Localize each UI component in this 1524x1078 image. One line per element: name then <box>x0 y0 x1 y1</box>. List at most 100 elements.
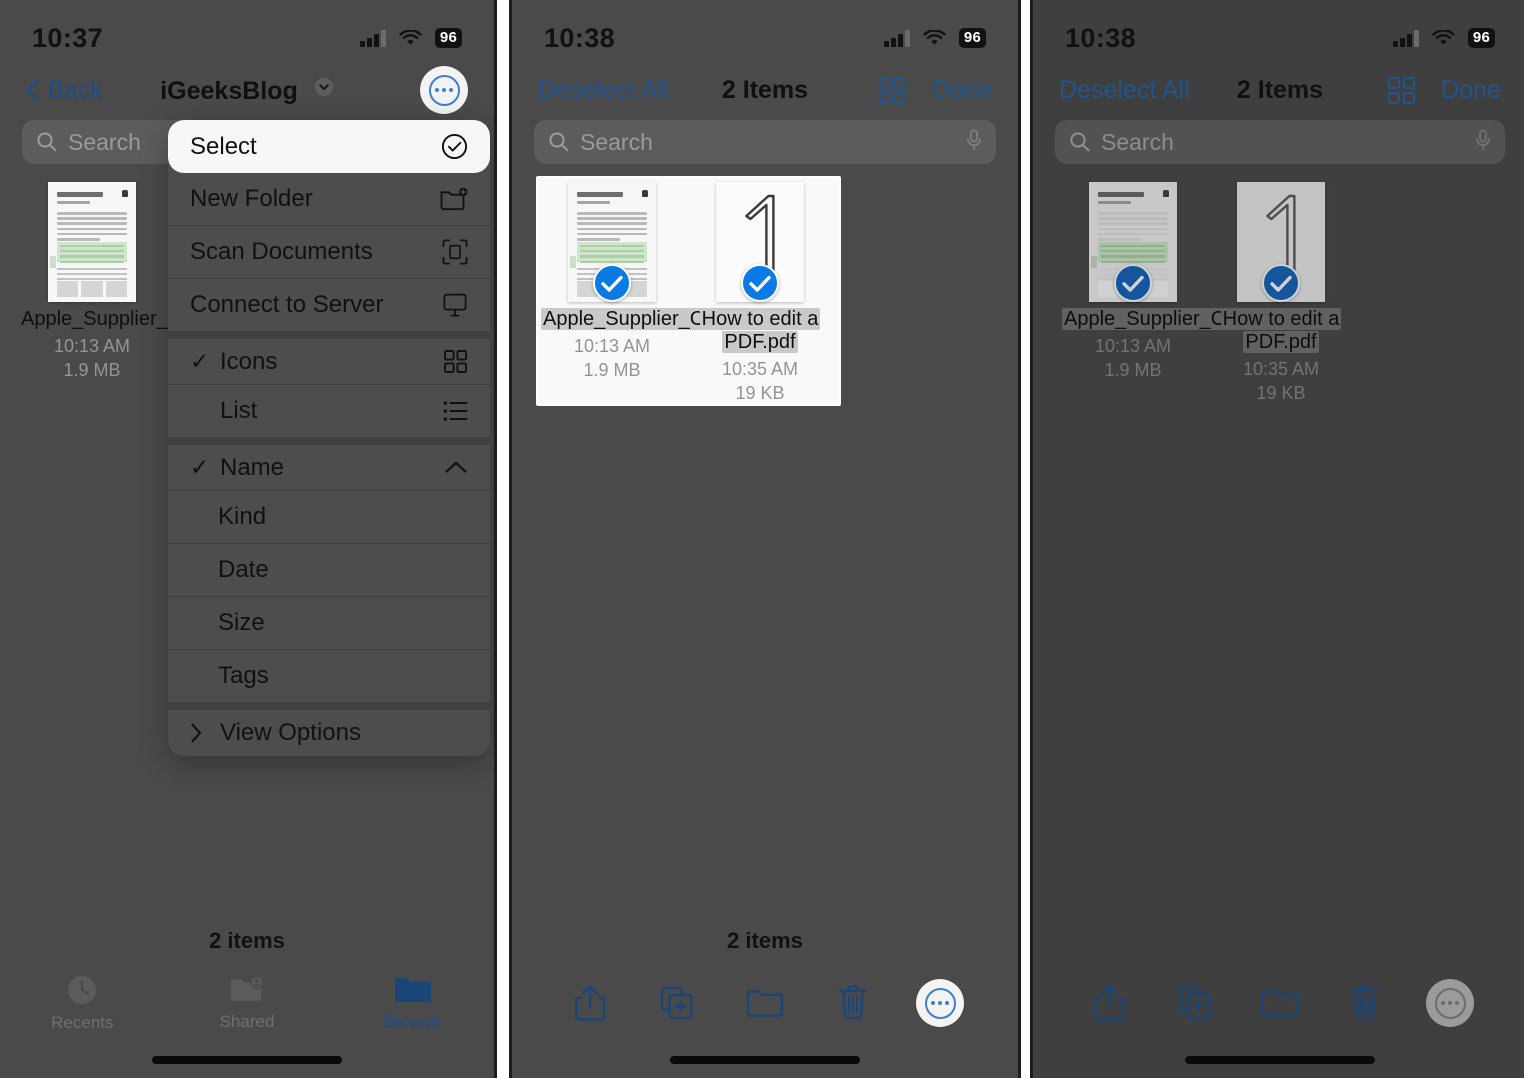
file-item[interactable]: How to edit a PDF.pdf 10:35 AM 19 KB <box>1207 176 1355 404</box>
share-button[interactable] <box>1067 984 1152 1022</box>
microphone-icon[interactable] <box>1475 129 1491 156</box>
file-grid: Apple_Supplier_Clean..._2022 10:13 AM 1.… <box>1033 176 1524 404</box>
menu-item-label: Icons <box>220 347 278 375</box>
wifi-icon <box>399 29 422 47</box>
file-size: 19 KB <box>1256 383 1306 404</box>
file-item[interactable]: Apple_Supplier_Clean..._2022 10:13 AM 1.… <box>1059 176 1338 404</box>
grid-view-icon[interactable] <box>1388 76 1416 104</box>
menu-item-label: Date <box>218 556 269 583</box>
action-toolbar <box>1033 964 1524 1042</box>
grid-view-icon[interactable] <box>879 76 907 104</box>
navigation-bar: Deselect All 2 Items Done <box>512 62 1018 118</box>
status-indicators: 96 <box>1393 28 1495 48</box>
document-preview-icon <box>48 182 136 302</box>
more-actions-button[interactable] <box>896 979 984 1027</box>
menu-item-label: List <box>220 397 258 424</box>
file-thumbnail <box>1070 176 1196 308</box>
deselect-all-button[interactable]: Deselect All <box>1059 76 1190 105</box>
move-to-folder-button[interactable] <box>721 988 809 1018</box>
navigation-bar: Deselect All 2 Items Done <box>1033 62 1524 118</box>
file-name: How to edit a PDF.pdf <box>1210 308 1352 354</box>
menu-item-label: Name <box>220 453 285 481</box>
file-time: 10:35 AM <box>721 359 799 380</box>
microphone-icon[interactable] <box>966 129 982 156</box>
phone-panel-1: 10:37 96 Back iGeeksBlog Search Apple_Su… <box>0 0 497 1078</box>
menu-item-label: Connect to Server <box>190 291 384 318</box>
cellular-signal-icon <box>884 29 910 47</box>
tab-browse[interactable]: Browse <box>329 974 494 1032</box>
tab-label: Recents <box>51 1013 114 1032</box>
nav-right-group: Done <box>879 76 992 105</box>
status-time: 10:37 <box>32 22 104 53</box>
file-size: 1.9 MB <box>583 360 641 381</box>
deselect-all-button[interactable]: Deselect All <box>538 76 669 105</box>
search-input[interactable]: Search <box>1055 120 1505 164</box>
menu-item-connect-to-server[interactable]: Connect to Server <box>168 279 490 332</box>
file-item[interactable]: Apple_Supplier_Clean..._2022 10:13 AM 1.… <box>538 176 817 404</box>
battery-percent: 96 <box>958 28 986 48</box>
status-bar: 10:38 96 <box>512 0 1018 62</box>
file-thumbnail <box>1218 176 1344 308</box>
tab-label: Browse <box>383 1012 441 1031</box>
more-actions-button[interactable] <box>1408 979 1493 1027</box>
file-grid: Apple_Supplier_Clean..._2022 10:13 AM 1.… <box>512 176 1018 404</box>
menu-item-select[interactable]: Select <box>168 120 490 173</box>
delete-button[interactable] <box>1323 985 1408 1021</box>
share-icon <box>574 985 605 1021</box>
tab-shared[interactable]: Shared <box>165 974 330 1032</box>
phone-panel-2: 10:38 96 Deselect All 2 Items Done Searc… <box>509 0 1021 1078</box>
more-menu-button[interactable] <box>420 66 468 114</box>
search-placeholder: Search <box>580 128 653 155</box>
menu-item-label: Size <box>218 609 265 636</box>
selected-checkmark-icon[interactable] <box>1262 264 1300 302</box>
menu-item-kind[interactable]: Kind <box>168 491 490 544</box>
menu-item-view-options[interactable]: View Options <box>168 703 490 756</box>
menu-item-name[interactable]: ✓ Name <box>168 438 490 491</box>
delete-button[interactable] <box>809 985 897 1021</box>
menu-item-tags[interactable]: Tags <box>168 650 490 703</box>
search-placeholder: Search <box>1101 128 1174 155</box>
folder-icon <box>394 978 431 1002</box>
selected-checkmark-icon[interactable] <box>593 264 631 302</box>
menu-item-label: New Folder <box>190 185 313 212</box>
server-icon <box>442 292 468 318</box>
back-button[interactable]: Back <box>26 76 103 105</box>
check-circle-icon <box>441 133 468 160</box>
menu-item-new-folder[interactable]: New Folder <box>168 173 490 226</box>
done-button[interactable]: Done <box>1441 76 1501 105</box>
menu-item-size[interactable]: Size <box>168 597 490 650</box>
menu-item-date[interactable]: Date <box>168 544 490 597</box>
menu-item-icons[interactable]: ✓ Icons <box>168 332 490 385</box>
home-indicator <box>152 1056 342 1064</box>
tab-bar: Recents Shared Browse <box>0 964 494 1042</box>
file-name: Apple_Supplier_Clean..._2022 <box>21 308 293 330</box>
file-name-text: How to edit a PDF.pdf <box>699 308 821 354</box>
nav-right-group: Done <box>1388 76 1501 105</box>
search-icon <box>549 132 569 152</box>
menu-item-scan-documents[interactable]: Scan Documents <box>168 226 490 279</box>
file-item[interactable]: How to edit a PDF.pdf 10:35 AM 19 KB <box>686 176 834 404</box>
chevron-down-icon[interactable] <box>314 75 334 104</box>
menu-item-list[interactable]: List <box>168 385 490 438</box>
ellipsis-circle-icon[interactable] <box>916 979 965 1027</box>
share-button[interactable] <box>546 984 634 1022</box>
move-to-folder-button[interactable] <box>1237 988 1322 1018</box>
clock-icon <box>68 976 97 1004</box>
status-time: 10:38 <box>1065 22 1137 53</box>
folder-name: iGeeksBlog <box>160 76 298 105</box>
duplicate-button[interactable] <box>1152 986 1237 1020</box>
file-item[interactable]: Apple_Supplier_Clean..._2022 10:13 AM 1.… <box>18 176 293 381</box>
ellipsis-circle-icon[interactable] <box>420 66 468 114</box>
file-thumbnail <box>697 176 823 308</box>
tab-recents[interactable]: Recents <box>0 973 165 1033</box>
file-time: 10:13 AM <box>1094 336 1172 357</box>
list-icon <box>443 400 468 422</box>
selected-checkmark-icon[interactable] <box>741 264 779 302</box>
search-input[interactable]: Search <box>534 120 996 164</box>
done-button[interactable]: Done <box>932 76 992 105</box>
selected-checkmark-icon[interactable] <box>1114 264 1152 302</box>
three-panel-screenshot: 10:37 96 Back iGeeksBlog Search Apple_Su… <box>0 0 1524 1078</box>
status-time: 10:38 <box>544 22 616 53</box>
ellipsis-circle-icon[interactable] <box>1426 979 1475 1027</box>
duplicate-button[interactable] <box>634 986 722 1020</box>
